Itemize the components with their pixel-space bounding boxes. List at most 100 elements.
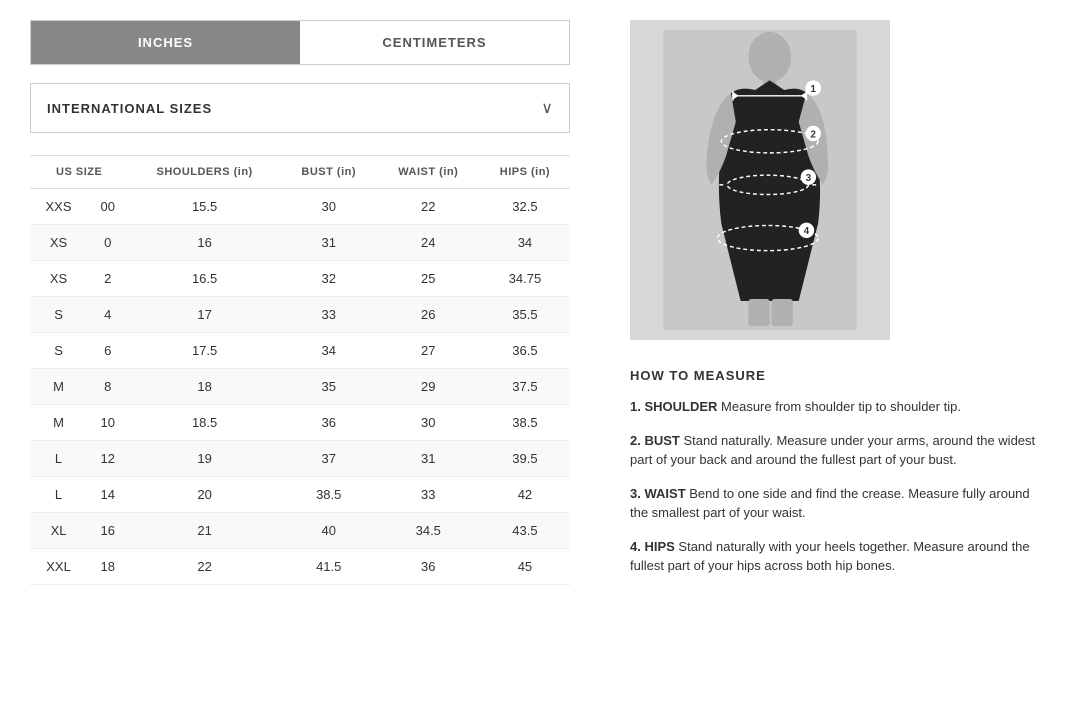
measure-item: 4. HIPS Stand naturally with your heels … bbox=[630, 537, 1050, 576]
inches-button[interactable]: INCHES bbox=[31, 21, 300, 64]
svg-text:3: 3 bbox=[806, 173, 812, 184]
table-row: XL16214034.543.5 bbox=[30, 513, 570, 549]
th-bust: BUST (in) bbox=[281, 156, 377, 189]
size-label: L bbox=[30, 441, 87, 477]
svg-text:1: 1 bbox=[811, 84, 817, 95]
table-row: M1018.5363038.5 bbox=[30, 405, 570, 441]
size-num: 14 bbox=[87, 477, 128, 513]
shoulders-val: 15.5 bbox=[128, 189, 280, 225]
shoulders-val: 18.5 bbox=[128, 405, 280, 441]
size-label: XS bbox=[30, 261, 87, 297]
size-label: XS bbox=[30, 225, 87, 261]
shoulders-val: 20 bbox=[128, 477, 280, 513]
size-num: 8 bbox=[87, 369, 128, 405]
bust-val: 32 bbox=[281, 261, 377, 297]
size-selector[interactable]: INTERNATIONAL SIZES ∨ bbox=[30, 83, 570, 133]
svg-text:2: 2 bbox=[811, 129, 816, 140]
unit-toggle: INCHES CENTIMETERS bbox=[30, 20, 570, 65]
measure-text: Measure from shoulder tip to shoulder ti… bbox=[717, 399, 961, 414]
hips-val: 32.5 bbox=[480, 189, 570, 225]
size-label: XXS bbox=[30, 189, 87, 225]
hips-val: 42 bbox=[480, 477, 570, 513]
measure-label: SHOULDER bbox=[644, 399, 717, 414]
shoulders-val: 17.5 bbox=[128, 333, 280, 369]
waist-val: 26 bbox=[377, 297, 480, 333]
bust-val: 31 bbox=[281, 225, 377, 261]
bust-val: 38.5 bbox=[281, 477, 377, 513]
size-num: 00 bbox=[87, 189, 128, 225]
how-to-measure-title: HOW TO MEASURE bbox=[630, 368, 1050, 383]
waist-val: 22 bbox=[377, 189, 480, 225]
waist-val: 36 bbox=[377, 549, 480, 585]
size-num: 2 bbox=[87, 261, 128, 297]
bust-val: 37 bbox=[281, 441, 377, 477]
table-row: XS216.5322534.75 bbox=[30, 261, 570, 297]
measure-number: 2. bbox=[630, 433, 641, 448]
th-hips: HIPS (in) bbox=[480, 156, 570, 189]
shoulders-val: 17 bbox=[128, 297, 280, 333]
size-label: M bbox=[30, 405, 87, 441]
measure-number: 4. bbox=[630, 539, 641, 554]
table-row: XS016312434 bbox=[30, 225, 570, 261]
shoulders-val: 16.5 bbox=[128, 261, 280, 297]
table-row: XXL182241.53645 bbox=[30, 549, 570, 585]
right-panel: 1 2 3 4 HOW TO MEASURE 1. SHOULDER Meas bbox=[630, 20, 1050, 590]
hips-val: 43.5 bbox=[480, 513, 570, 549]
th-shoulders: SHOULDERS (in) bbox=[128, 156, 280, 189]
table-row: XXS0015.5302232.5 bbox=[30, 189, 570, 225]
measure-text: Stand naturally with your heels together… bbox=[630, 539, 1030, 574]
how-to-measure-section: HOW TO MEASURE 1. SHOULDER Measure from … bbox=[630, 360, 1050, 576]
bust-val: 30 bbox=[281, 189, 377, 225]
table-row: S617.5342736.5 bbox=[30, 333, 570, 369]
size-label: XL bbox=[30, 513, 87, 549]
hips-val: 34 bbox=[480, 225, 570, 261]
left-panel: INCHES CENTIMETERS INTERNATIONAL SIZES ∨… bbox=[30, 20, 590, 590]
size-label: M bbox=[30, 369, 87, 405]
hips-val: 35.5 bbox=[480, 297, 570, 333]
table-row: M818352937.5 bbox=[30, 369, 570, 405]
waist-val: 30 bbox=[377, 405, 480, 441]
hips-val: 34.75 bbox=[480, 261, 570, 297]
hips-val: 45 bbox=[480, 549, 570, 585]
size-label: XXL bbox=[30, 549, 87, 585]
bust-val: 40 bbox=[281, 513, 377, 549]
measure-number: 1. bbox=[630, 399, 641, 414]
model-image: 1 2 3 4 bbox=[630, 20, 890, 340]
shoulders-val: 18 bbox=[128, 369, 280, 405]
measure-item: 2. BUST Stand naturally. Measure under y… bbox=[630, 431, 1050, 470]
hips-val: 38.5 bbox=[480, 405, 570, 441]
size-num: 16 bbox=[87, 513, 128, 549]
waist-val: 31 bbox=[377, 441, 480, 477]
size-num: 0 bbox=[87, 225, 128, 261]
table-row: L1219373139.5 bbox=[30, 441, 570, 477]
hips-val: 36.5 bbox=[480, 333, 570, 369]
table-header-row: US SIZE SHOULDERS (in) BUST (in) WAIST (… bbox=[30, 156, 570, 189]
measure-label: WAIST bbox=[644, 486, 685, 501]
size-selector-label: INTERNATIONAL SIZES bbox=[47, 101, 212, 116]
waist-val: 33 bbox=[377, 477, 480, 513]
size-table: US SIZE SHOULDERS (in) BUST (in) WAIST (… bbox=[30, 155, 570, 585]
size-label: S bbox=[30, 297, 87, 333]
measure-item: 1. SHOULDER Measure from shoulder tip to… bbox=[630, 397, 1050, 417]
th-waist: WAIST (in) bbox=[377, 156, 480, 189]
shoulders-val: 22 bbox=[128, 549, 280, 585]
centimeters-button[interactable]: CENTIMETERS bbox=[300, 21, 569, 64]
waist-val: 29 bbox=[377, 369, 480, 405]
measure-number: 3. bbox=[630, 486, 641, 501]
hips-val: 37.5 bbox=[480, 369, 570, 405]
waist-val: 25 bbox=[377, 261, 480, 297]
size-num: 4 bbox=[87, 297, 128, 333]
th-us-size: US SIZE bbox=[30, 156, 128, 189]
measure-text: Stand naturally. Measure under your arms… bbox=[630, 433, 1035, 468]
bust-val: 35 bbox=[281, 369, 377, 405]
shoulders-val: 21 bbox=[128, 513, 280, 549]
size-num: 6 bbox=[87, 333, 128, 369]
size-num: 18 bbox=[87, 549, 128, 585]
bust-val: 36 bbox=[281, 405, 377, 441]
shoulders-val: 16 bbox=[128, 225, 280, 261]
bust-val: 34 bbox=[281, 333, 377, 369]
shoulders-val: 19 bbox=[128, 441, 280, 477]
bust-val: 41.5 bbox=[281, 549, 377, 585]
size-num: 10 bbox=[87, 405, 128, 441]
table-row: L142038.53342 bbox=[30, 477, 570, 513]
